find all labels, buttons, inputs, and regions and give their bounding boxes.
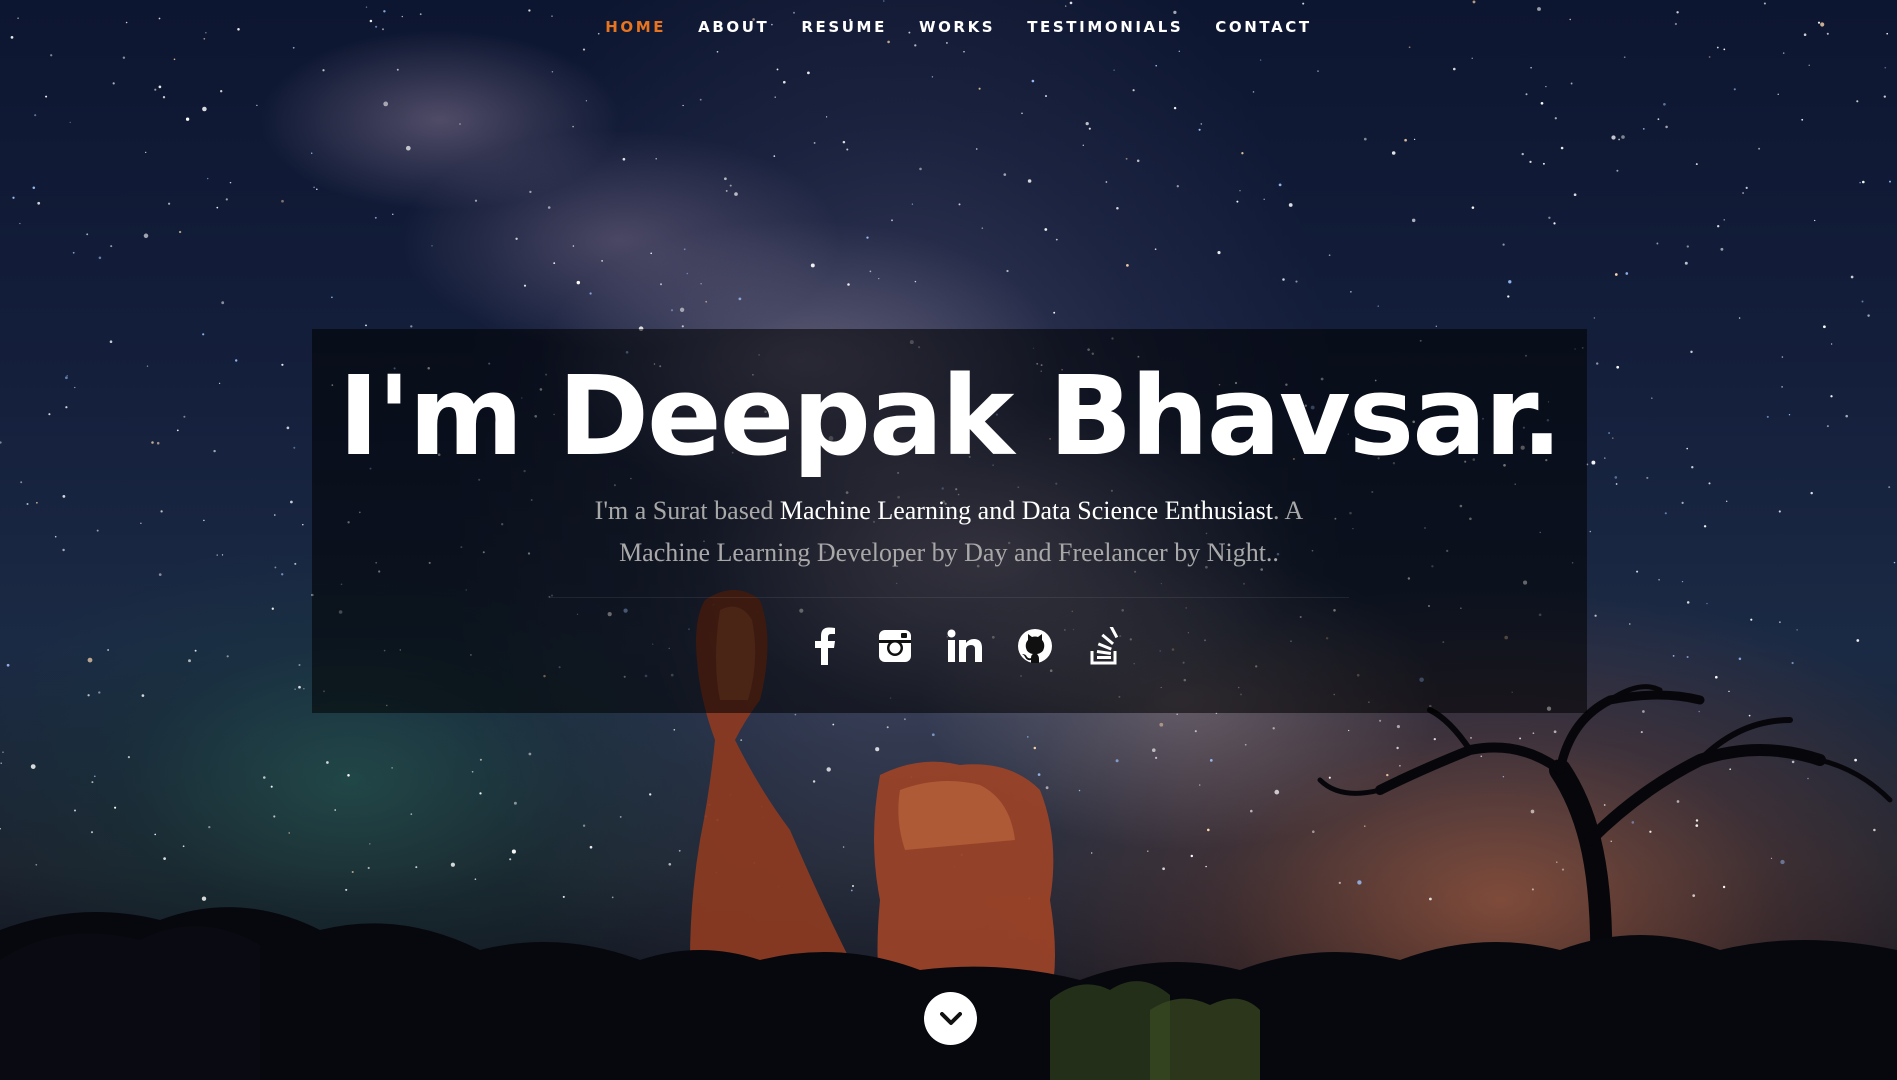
facebook-link[interactable] bbox=[804, 625, 846, 667]
linkedin-link[interactable] bbox=[944, 625, 986, 667]
intro-text-pre: I'm a Surat based bbox=[594, 496, 780, 525]
page-title: I'm Deepak Bhavsar. bbox=[338, 352, 1563, 480]
nav-home[interactable]: HOME bbox=[605, 18, 666, 36]
chevron-down-icon bbox=[939, 1011, 962, 1025]
social-links bbox=[312, 625, 1587, 667]
instagram-icon bbox=[878, 630, 911, 662]
intro-text: I'm a Surat based Machine Learning and D… bbox=[549, 490, 1349, 574]
scroll-down-button[interactable] bbox=[924, 992, 977, 1045]
nav-contact[interactable]: CONTACT bbox=[1215, 18, 1311, 36]
intro-banner: I'm Deepak Bhavsar. I'm a Surat based Ma… bbox=[312, 329, 1587, 713]
instagram-link[interactable] bbox=[874, 625, 916, 667]
nav-works[interactable]: WORKS bbox=[919, 18, 995, 36]
github-icon bbox=[1017, 629, 1052, 663]
nav-resume[interactable]: RESUME bbox=[801, 18, 887, 36]
nav-about[interactable]: ABOUT bbox=[698, 18, 769, 36]
stackoverflow-icon bbox=[1090, 627, 1118, 665]
linkedin-icon bbox=[947, 629, 982, 662]
github-link[interactable] bbox=[1014, 625, 1056, 667]
intro-text-highlight: Machine Learning and Data Science Enthus… bbox=[779, 496, 1273, 525]
nav-testimonials[interactable]: TESTIMONIALS bbox=[1027, 18, 1183, 36]
hero-section: HOME ABOUT RESUME WORKS TESTIMONIALS CON… bbox=[0, 0, 1897, 1080]
main-nav: HOME ABOUT RESUME WORKS TESTIMONIALS CON… bbox=[0, 18, 1897, 36]
stackoverflow-link[interactable] bbox=[1084, 625, 1126, 667]
facebook-icon bbox=[814, 627, 835, 665]
banner-divider bbox=[549, 597, 1349, 598]
